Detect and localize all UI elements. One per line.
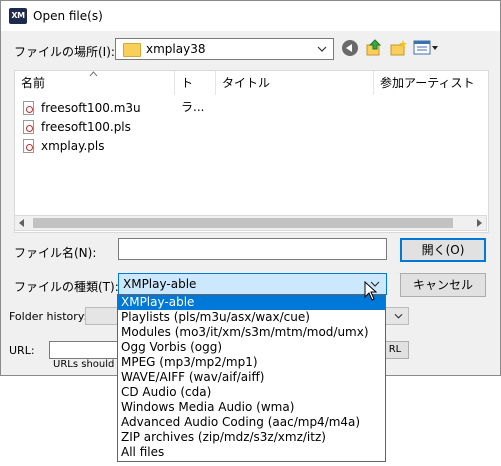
back-icon[interactable] xyxy=(342,40,358,56)
column-header-track[interactable]: トラ... xyxy=(175,71,216,114)
dropdown-option[interactable]: Advanced Audio Coding (aac/mp4/m4a) xyxy=(118,415,385,430)
filetype-combo[interactable]: XMPlay-able xyxy=(118,273,387,295)
url-label: URL: xyxy=(9,344,35,357)
xmplay-app-icon: XM xyxy=(9,8,27,24)
view-menu-icon[interactable] xyxy=(413,39,439,57)
dropdown-option[interactable]: Windows Media Audio (wma) xyxy=(118,400,385,415)
cancel-button[interactable]: キャンセル xyxy=(400,273,486,297)
dropdown-option[interactable]: CD Audio (cda) xyxy=(118,385,385,400)
filetype-label: ファイルの種類(T): xyxy=(14,280,119,294)
dropdown-option[interactable]: Playlists (pls/m3u/asx/wax/cue) xyxy=(118,310,385,325)
window-title: Open file(s) xyxy=(33,9,103,23)
column-header-name[interactable]: 名前 xyxy=(15,71,175,95)
filename-input[interactable] xyxy=(118,238,387,260)
location-value: xmplay38 xyxy=(146,42,206,56)
dropdown-option[interactable]: XMPlay-able xyxy=(118,295,385,310)
playlist-file-icon xyxy=(23,120,34,134)
location-label: ファイルの場所(I): xyxy=(14,45,115,59)
chevron-down-icon xyxy=(394,313,403,319)
playlist-file-icon xyxy=(23,139,34,153)
folder-history-label: Folder history: xyxy=(9,310,88,323)
dropdown-option[interactable]: Modules (mo3/it/xm/s3m/mtm/mod/umx) xyxy=(118,325,385,340)
file-list[interactable]: 名前 トラ... タイトル 参加アーティスト freesoft100.m3u f… xyxy=(14,70,489,233)
mouse-cursor-icon xyxy=(364,281,378,301)
dropdown-option[interactable]: Ogg Vorbis (ogg) xyxy=(118,340,385,355)
scroll-left-icon[interactable] xyxy=(19,219,24,227)
open-button[interactable]: 開く(O) xyxy=(400,238,486,262)
column-header-title[interactable]: タイトル xyxy=(216,71,374,95)
dropdown-option[interactable]: MPEG (mp3/mp2/mp1) xyxy=(118,355,385,370)
filename-label: ファイル名(N): xyxy=(14,246,97,260)
folder-icon xyxy=(123,43,141,57)
filetype-value: XMPlay-able xyxy=(123,277,197,291)
scroll-right-icon[interactable] xyxy=(477,219,482,227)
location-combo[interactable]: xmplay38 xyxy=(115,38,334,60)
sort-caret-icon xyxy=(89,71,98,77)
playlist-file-icon xyxy=(23,101,34,115)
dropdown-option[interactable]: WAVE/AIFF (wav/aif/aiff) xyxy=(118,370,385,385)
url-hint: URLs should b xyxy=(53,359,124,370)
up-folder-icon[interactable] xyxy=(365,39,383,57)
scrollbar-thumb[interactable] xyxy=(33,218,453,228)
dropdown-option[interactable]: ZIP archives (zip/mdz/s3z/xmz/itz) xyxy=(118,430,385,445)
column-header-artist[interactable]: 参加アーティスト xyxy=(374,71,488,95)
chevron-down-icon xyxy=(317,46,327,52)
horizontal-scrollbar[interactable] xyxy=(14,215,487,231)
new-folder-icon[interactable] xyxy=(390,39,408,57)
title-bar: XM Open file(s) xyxy=(1,1,500,31)
dropdown-option[interactable]: All files xyxy=(118,445,385,460)
filetype-dropdown-list[interactable]: XMPlay-able Playlists (pls/m3u/asx/wax/c… xyxy=(117,294,386,462)
